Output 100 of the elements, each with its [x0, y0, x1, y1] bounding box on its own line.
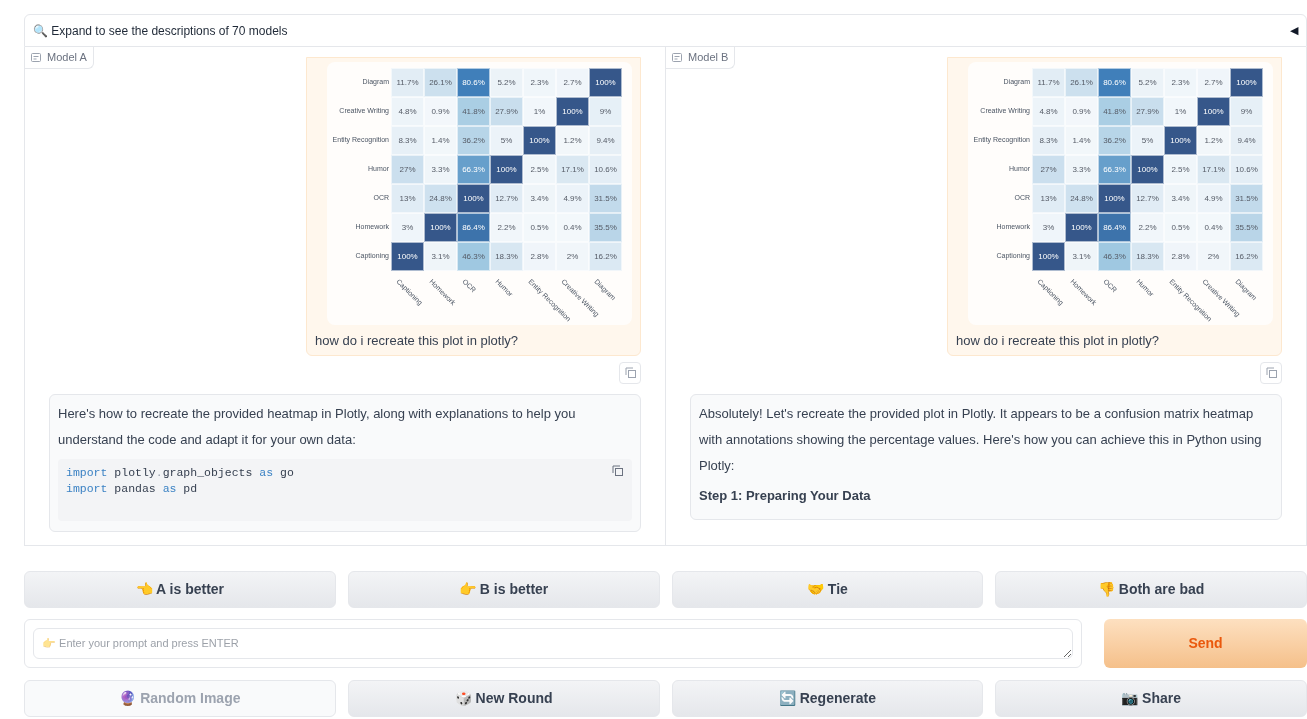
heatmap-cell: 9.4%: [1230, 126, 1263, 155]
heatmap-cell: 27.9%: [490, 97, 523, 126]
heatmap-cell: 24.8%: [1065, 184, 1098, 213]
heatmap-cell: 3.4%: [1164, 184, 1197, 213]
heatmap-cell: 100%: [1230, 68, 1263, 97]
heatmap-cell: 1.2%: [1197, 126, 1230, 155]
heatmap-cell: 3%: [1032, 213, 1065, 242]
message-text: Absolutely! Let's recreate the provided plot in Plotly. It appears to be a confusion matrix heatmap with annotations showing the percentage values. Here's how you can achieve this in Python using Plotly:: [699, 404, 1263, 475]
action-button[interactable]: 🎲 New Round: [347, 680, 660, 717]
accordion-label: 🔍 Expand to see the descriptions of 70 models: [33, 22, 288, 40]
copy-button[interactable]: [1260, 361, 1282, 384]
copy-icon: [624, 367, 636, 378]
heatmap-cell: 3.3%: [424, 155, 457, 184]
heatmap-cell: 13%: [391, 184, 424, 213]
model-name: Model A: [47, 50, 87, 66]
heatmap-cell: 5.2%: [490, 68, 523, 97]
heatmap-cell: 100%: [523, 126, 556, 155]
heatmap-cell: 9%: [589, 97, 622, 126]
heatmap-cell: 1.2%: [556, 126, 589, 155]
heatmap-cell: 2.8%: [1164, 242, 1197, 271]
heatmap-cell: 4.8%: [1032, 97, 1065, 126]
copy-icon: [1265, 367, 1277, 378]
heatmap-cell: 86.4%: [1098, 213, 1131, 242]
heatmap-cell: 9%: [1230, 97, 1263, 126]
prompt-input[interactable]: 👉 Enter your prompt and press ENTER: [33, 628, 1073, 659]
heatmap-cell: 5%: [490, 126, 523, 155]
chat-icon: [31, 52, 41, 63]
heatmap-cell: 41.8%: [457, 97, 490, 126]
code-line: import pandas as pd: [66, 480, 198, 497]
heatmap-cell: 4.9%: [1197, 184, 1230, 213]
message-text: how do i recreate this plot in plotly?: [956, 332, 1161, 350]
heatmap-cell: 100%: [391, 242, 424, 271]
heatmap-cell: 3.3%: [1065, 155, 1098, 184]
heatmap-cell: 100%: [589, 68, 622, 97]
heatmap-cell: 17.1%: [1197, 155, 1230, 184]
action-button[interactable]: 🔄 Regenerate: [671, 680, 984, 717]
heatmap-cell: 24.8%: [424, 184, 457, 213]
heatmap-cell: 5%: [1131, 126, 1164, 155]
model-name: Model B: [688, 50, 729, 66]
heatmap-cell: 26.1%: [424, 68, 457, 97]
heatmap-cell: 18.3%: [1131, 242, 1164, 271]
vote-button[interactable]: 👎 Both are bad: [995, 571, 1307, 608]
heatmap-cell: 13%: [1032, 184, 1065, 213]
heatmap-cell: 8.3%: [1032, 126, 1065, 155]
copy-button[interactable]: [619, 361, 641, 384]
heatmap-cell: 66.3%: [457, 155, 490, 184]
heatmap-cell: 100%: [1131, 155, 1164, 184]
heatmap-cell: 10.6%: [1230, 155, 1263, 184]
heatmap-cell: 1.4%: [1065, 126, 1098, 155]
heatmap-cell: 1%: [1164, 97, 1197, 126]
heatmap-cell: 46.3%: [457, 242, 490, 271]
models-accordion[interactable]: 🔍 Expand to see the descriptions of 70 models ◀: [24, 14, 1307, 47]
heatmap-cell: 16.2%: [1230, 242, 1263, 271]
heatmap-cell: 35.5%: [1230, 213, 1263, 242]
message-heading: Step 1: Preparing Your Data: [699, 486, 871, 505]
vote-button[interactable]: 👉 B is better: [347, 571, 660, 608]
heatmap-cell: 3.4%: [523, 184, 556, 213]
heatmap-cell: 46.3%: [1098, 242, 1131, 271]
heatmap-cell: 0.4%: [1197, 213, 1230, 242]
heatmap-cell: 100%: [457, 184, 490, 213]
heatmap-cell: 3.1%: [1065, 242, 1098, 271]
heatmap-cell: 100%: [1065, 213, 1098, 242]
heatmap-cell: 36.2%: [1098, 126, 1131, 155]
heatmap-cell: 0.5%: [523, 213, 556, 242]
vote-button[interactable]: 👈 A is better: [24, 571, 336, 608]
heatmap-cell: 3%: [391, 213, 424, 242]
heatmap-cell: 12.7%: [490, 184, 523, 213]
heatmap-cell: 26.1%: [1065, 68, 1098, 97]
vote-button[interactable]: 🤝 Tie: [671, 571, 984, 608]
heatmap-cell: 66.3%: [1098, 155, 1131, 184]
heatmap-cell: 2.5%: [1164, 155, 1197, 184]
copy-code-icon[interactable]: [612, 464, 624, 477]
heatmap-cell: 9.4%: [589, 126, 622, 155]
heatmap-cell: 41.8%: [1098, 97, 1131, 126]
heatmap-cell: 11.7%: [1032, 68, 1065, 97]
heatmap-cell: 100%: [424, 213, 457, 242]
heatmap-cell: 100%: [1098, 184, 1131, 213]
heatmap-cell: 35.5%: [589, 213, 622, 242]
heatmap-cell: 27.9%: [1131, 97, 1164, 126]
heatmap-cell: 8.3%: [391, 126, 424, 155]
code-line: import plotly.graph_objects as go: [66, 464, 294, 481]
heatmap-cell: 4.9%: [556, 184, 589, 213]
heatmap-cell: 1.4%: [424, 126, 457, 155]
heatmap-cell: 36.2%: [457, 126, 490, 155]
heatmap-cell: 10.6%: [589, 155, 622, 184]
heatmap-cell: 2.8%: [523, 242, 556, 271]
heatmap-cell: 11.7%: [391, 68, 424, 97]
heatmap-cell: 5.2%: [1131, 68, 1164, 97]
heatmap-cell: 17.1%: [556, 155, 589, 184]
heatmap-cell: 16.2%: [589, 242, 622, 271]
action-button[interactable]: 📷 Share: [995, 680, 1307, 717]
heatmap-cell: 12.7%: [1131, 184, 1164, 213]
heatmap-cell: 100%: [1164, 126, 1197, 155]
heatmap-cell: 3.1%: [424, 242, 457, 271]
heatmap-cell: 2.7%: [556, 68, 589, 97]
heatmap-cell: 0.4%: [556, 213, 589, 242]
collapse-toggle[interactable]: ◀: [1290, 22, 1298, 39]
heatmap-cell: 0.5%: [1164, 213, 1197, 242]
heatmap-cell: 0.9%: [1065, 97, 1098, 126]
heatmap-cell: 2.3%: [1164, 68, 1197, 97]
